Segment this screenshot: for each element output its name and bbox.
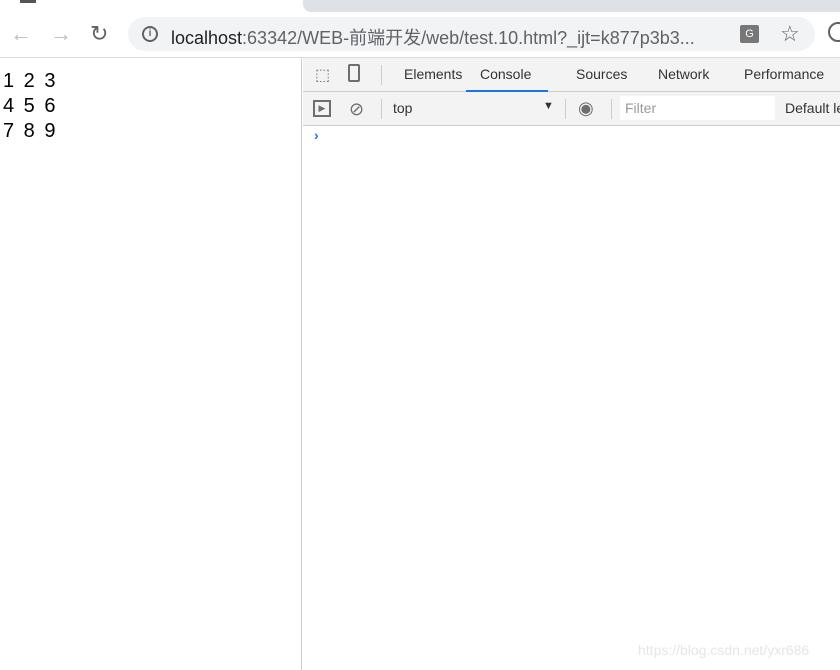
- number-row: 4 5 6: [3, 95, 56, 117]
- url-host: localhost: [171, 28, 243, 48]
- tab-performance[interactable]: Performance: [744, 58, 824, 92]
- number-row: 7 8 9: [3, 120, 56, 142]
- watermark: https://blog.csdn.net/yxr686: [638, 642, 810, 658]
- url-path: :63342/WEB-前端开发/web/test.10.html?_ijt=k8…: [242, 28, 695, 48]
- browser-toolbar: ← → ↻ i localhost:63342/WEB-前端开发/web/tes…: [0, 12, 840, 58]
- tab-favicon: [20, 0, 36, 3]
- page-content: 1 2 3 4 5 6 7 8 9: [0, 58, 302, 670]
- console-toolbar: ▶ ⊘ top ▼ ◉ Filter Default levels: [303, 92, 840, 126]
- filter-input[interactable]: Filter: [620, 96, 775, 120]
- clear-console-icon[interactable]: ⊘: [349, 99, 364, 120]
- log-levels-dropdown[interactable]: Default levels: [785, 100, 840, 116]
- translate-icon[interactable]: G: [740, 25, 759, 43]
- eye-icon[interactable]: ◉: [578, 98, 594, 119]
- chevron-down-icon[interactable]: ▼: [543, 100, 554, 112]
- tab-console[interactable]: Console: [466, 58, 548, 92]
- address-bar[interactable]: i localhost:63342/WEB-前端开发/web/test.10.h…: [128, 17, 815, 51]
- context-selector[interactable]: top: [393, 100, 412, 116]
- reload-icon[interactable]: ↻: [90, 22, 108, 46]
- tab-strip-background: [303, 0, 840, 12]
- tab-elements[interactable]: Elements: [404, 58, 462, 92]
- divider: [611, 99, 612, 119]
- star-icon[interactable]: ☆: [780, 21, 800, 47]
- url-text[interactable]: localhost:63342/WEB-前端开发/web/test.10.htm…: [171, 24, 695, 50]
- number-row: 1 2 3: [3, 70, 56, 92]
- tab-strip: [0, 0, 840, 12]
- device-toggle-icon[interactable]: [348, 64, 360, 82]
- forward-icon[interactable]: →: [50, 22, 72, 46]
- console-prompt[interactable]: ›: [314, 127, 319, 143]
- tab-sources[interactable]: Sources: [576, 58, 627, 92]
- inspect-element-icon[interactable]: ⬚: [315, 65, 330, 85]
- info-icon[interactable]: i: [142, 26, 158, 42]
- extension-icon[interactable]: [828, 22, 840, 42]
- sidebar-toggle-icon[interactable]: ▶: [313, 100, 331, 117]
- divider: [381, 65, 382, 85]
- devtools-tabs: ⬚ Elements Console Sources Network Perfo…: [303, 58, 840, 92]
- devtools-panel: ⬚ Elements Console Sources Network Perfo…: [303, 58, 840, 670]
- divider: [381, 99, 382, 119]
- tab-network[interactable]: Network: [658, 58, 709, 92]
- back-icon[interactable]: ←: [10, 22, 32, 46]
- divider: [565, 99, 566, 119]
